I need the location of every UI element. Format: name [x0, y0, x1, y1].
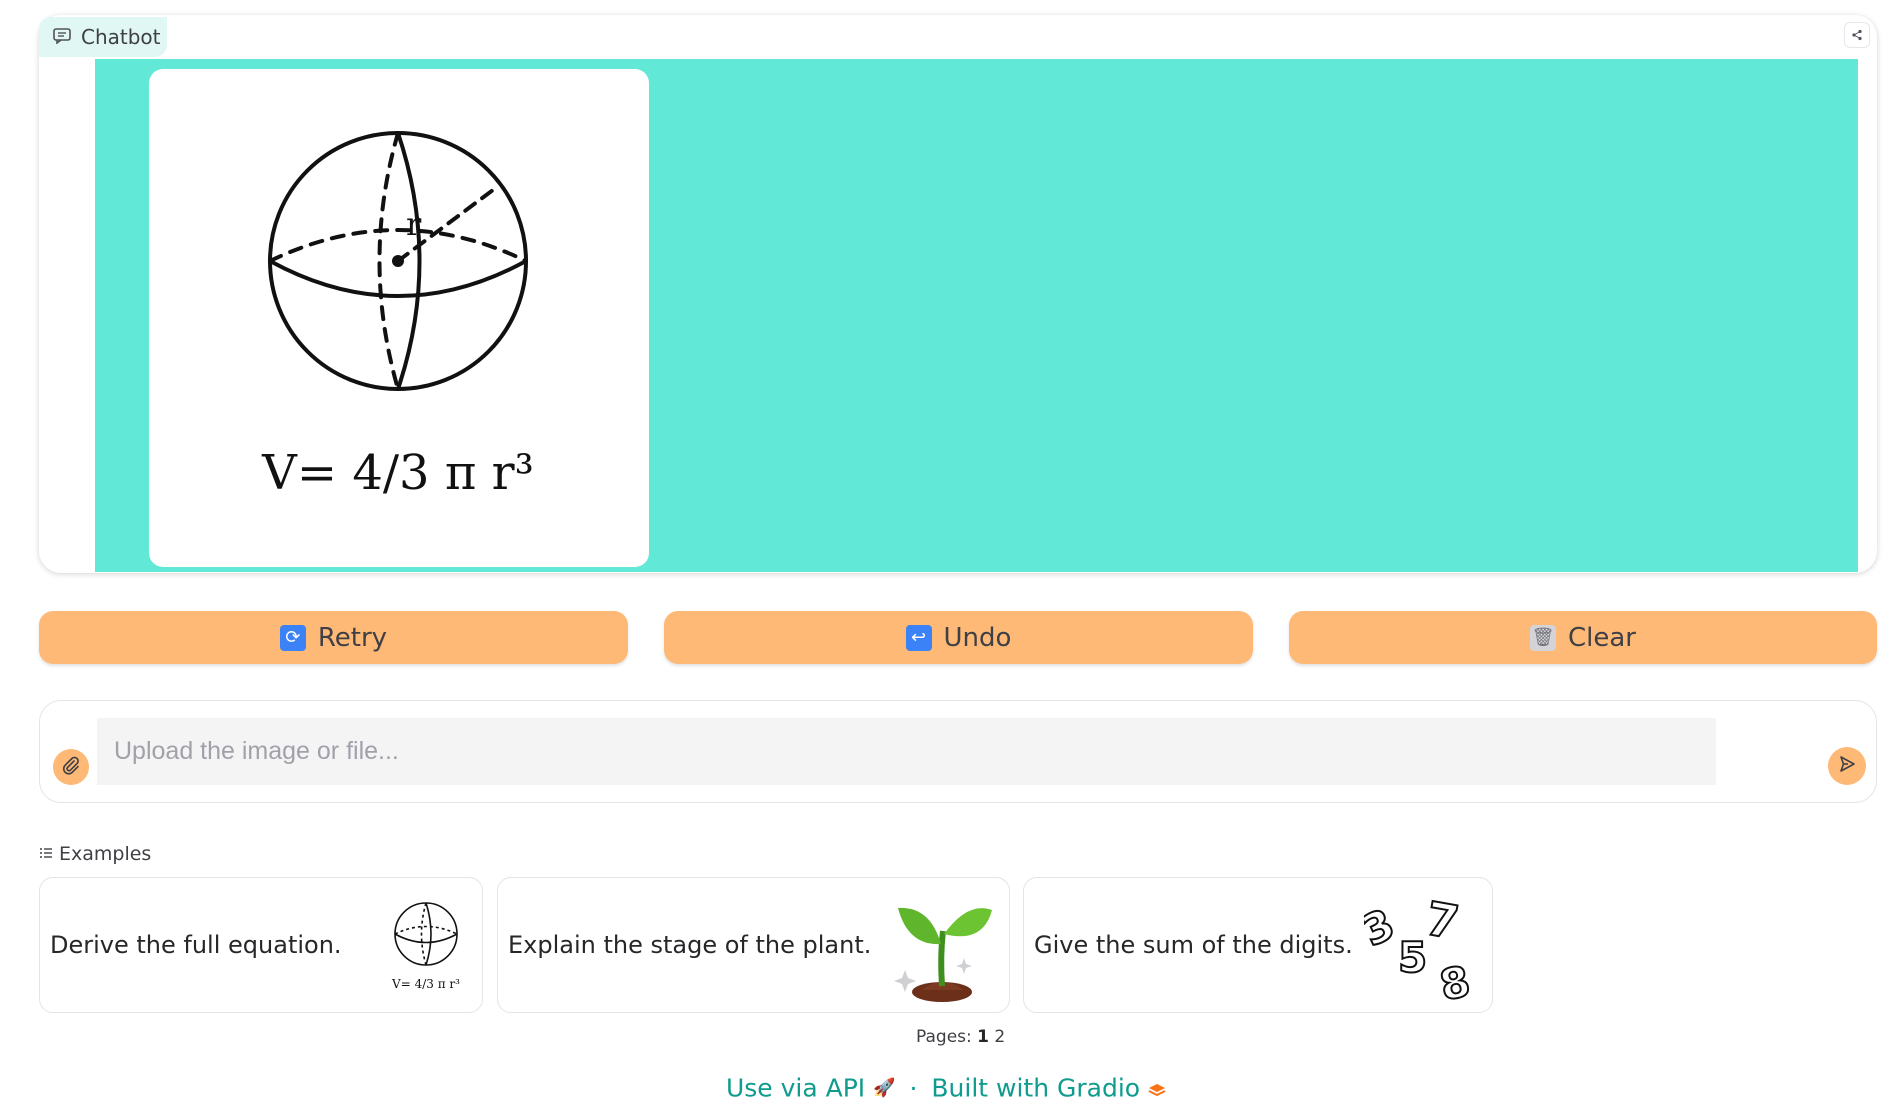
paperclip-icon [61, 755, 81, 779]
undo-label: Undo [943, 622, 1012, 653]
example-text: Give the sum of the digits. [1034, 931, 1353, 959]
radius-label: r [406, 205, 422, 243]
undo-button[interactable]: ↩ Undo [664, 611, 1253, 664]
pagination: Pages: 1 2 [916, 1027, 1005, 1047]
message-input[interactable] [97, 718, 1716, 785]
send-button[interactable] [1828, 747, 1866, 785]
svg-text:8: 8 [1436, 956, 1475, 1002]
sprout-icon [888, 886, 994, 1010]
example-card-3[interactable]: Give the sum of the digits. 3 7 5 8 [1023, 877, 1493, 1013]
footer-separator: · [909, 1073, 918, 1103]
clear-button[interactable]: 🗑 Clear [1289, 611, 1877, 664]
svg-text:5: 5 [1398, 933, 1427, 982]
clear-label: Clear [1568, 622, 1636, 653]
page-1-link[interactable]: 1 [977, 1027, 989, 1047]
formula-text: V= 4/3 π r³ [261, 445, 534, 501]
sphere-drawing: r V= 4/3 π r³ [261, 131, 534, 501]
share-icon [1851, 26, 1863, 45]
list-icon [39, 843, 53, 865]
page-2-link[interactable]: 2 [994, 1027, 1005, 1047]
chatbot-label: Chatbot [39, 17, 167, 57]
svg-text:7: 7 [1422, 892, 1463, 950]
gradio-logo-icon [1148, 1074, 1166, 1103]
example-text: Explain the stage of the plant. [508, 931, 872, 959]
footer: Use via API 🚀 · Built with Gradio [0, 1072, 1892, 1103]
retry-label: Retry [317, 622, 388, 653]
attach-button[interactable] [53, 749, 89, 785]
built-with-gradio-link[interactable]: Built with Gradio [931, 1074, 1140, 1103]
thumb-formula: V= 4/3 π r³ [391, 977, 460, 991]
message-image[interactable]: r V= 4/3 π r³ [149, 69, 649, 567]
pages-label: Pages: [916, 1027, 972, 1047]
sphere-thumbnail-icon: V= 4/3 π r³ [378, 896, 474, 1000]
example-text: Derive the full equation. [50, 931, 342, 959]
chatbot-label-text: Chatbot [81, 25, 161, 49]
retry-icon: ⟳ [279, 624, 306, 651]
svg-text:3: 3 [1364, 899, 1402, 956]
example-card-2[interactable]: Explain the stage of the plant. [497, 877, 1010, 1013]
send-icon [1838, 755, 1856, 777]
chat-bubble-icon [53, 25, 71, 49]
examples-label: Examples [39, 843, 151, 865]
share-button[interactable] [1844, 22, 1870, 48]
examples-label-text: Examples [59, 843, 152, 865]
undo-icon: ↩ [905, 624, 932, 651]
use-via-api-link[interactable]: Use via API [726, 1074, 865, 1103]
rocket-icon: 🚀 [873, 1077, 896, 1099]
example-card-1[interactable]: Derive the full equation. V= 4/3 π r³ [39, 877, 483, 1013]
digits-icon: 3 7 5 8 [1354, 890, 1476, 1011]
trash-icon: 🗑 [1530, 624, 1556, 651]
retry-button[interactable]: ⟳ Retry [39, 611, 628, 664]
